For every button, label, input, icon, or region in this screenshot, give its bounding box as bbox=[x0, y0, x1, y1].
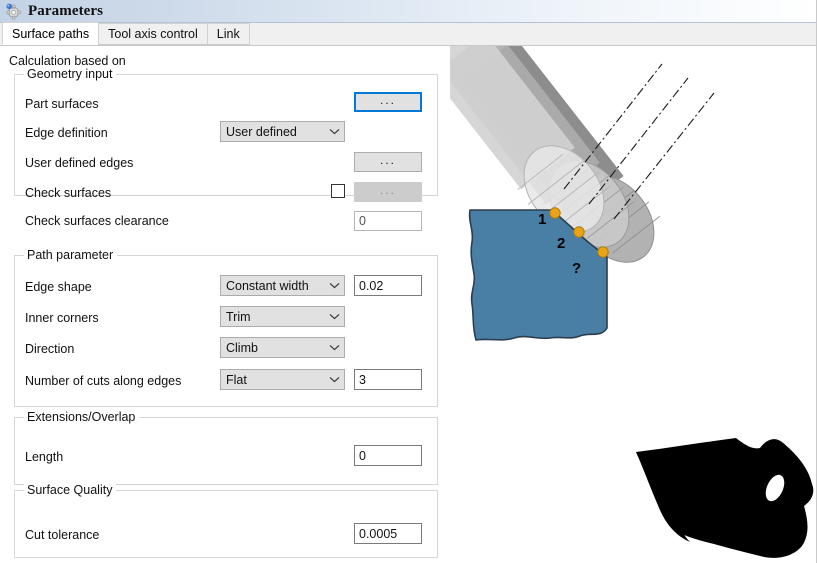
tab-surface-paths[interactable]: Surface paths bbox=[2, 22, 100, 45]
group-path-parameter-title: Path parameter bbox=[24, 248, 118, 262]
label-user-defined-edges: User defined edges bbox=[25, 156, 134, 170]
contact-label-1: 1 bbox=[538, 211, 547, 228]
illustration-panel: 1 2 ? bbox=[450, 46, 816, 563]
group-geometry-input-title: Geometry input bbox=[24, 67, 117, 81]
edge-definition-combo[interactable]: User defined bbox=[220, 121, 345, 142]
edge-shape-value: Constant width bbox=[226, 278, 309, 293]
calculation-based-on-label: Calculation based on bbox=[9, 54, 126, 68]
number-of-cuts-input[interactable]: 3 bbox=[354, 369, 422, 390]
toolpath-diagram bbox=[450, 46, 814, 558]
check-surfaces-checkbox[interactable] bbox=[331, 184, 345, 198]
window-title: Parameters bbox=[28, 2, 104, 19]
silhouette-shape bbox=[636, 438, 814, 558]
chevron-down-icon bbox=[324, 370, 344, 389]
user-defined-edges-browse-button[interactable]: ... bbox=[354, 152, 422, 172]
inner-corners-combo[interactable]: Trim bbox=[220, 306, 345, 327]
cut-tolerance-input[interactable]: 0.0005 bbox=[354, 523, 422, 544]
label-edge-shape: Edge shape bbox=[25, 280, 92, 294]
chevron-down-icon bbox=[324, 307, 344, 326]
direction-value: Climb bbox=[226, 340, 258, 355]
contact-label-unknown: ? bbox=[572, 260, 582, 277]
edge-shape-combo[interactable]: Constant width bbox=[220, 275, 345, 296]
length-input[interactable]: 0 bbox=[354, 445, 422, 466]
number-of-cuts-combo[interactable]: Flat bbox=[220, 369, 345, 390]
gear-icon bbox=[5, 3, 22, 20]
tab-tool-axis-control[interactable]: Tool axis control bbox=[98, 23, 208, 45]
label-cut-tolerance: Cut tolerance bbox=[25, 528, 100, 542]
label-edge-definition: Edge definition bbox=[25, 126, 108, 140]
label-check-surfaces-clearance: Check surfaces clearance bbox=[25, 214, 169, 228]
label-part-surfaces: Part surfaces bbox=[25, 97, 99, 111]
parameters-dialog: Parameters Surface paths Tool axis contr… bbox=[0, 0, 817, 563]
label-direction: Direction bbox=[25, 342, 75, 356]
label-inner-corners: Inner corners bbox=[25, 311, 99, 325]
surface-paths-panel: Calculation based on Geometry input Part… bbox=[0, 46, 450, 563]
edge-shape-value-input[interactable]: 0.02 bbox=[354, 275, 422, 296]
check-surfaces-clearance-input[interactable]: 0 bbox=[354, 211, 422, 231]
group-surface-quality-title: Surface Quality bbox=[24, 483, 117, 497]
number-of-cuts-value: Flat bbox=[226, 372, 247, 387]
tab-strip: Surface paths Tool axis control Link bbox=[0, 22, 816, 46]
inner-corners-value: Trim bbox=[226, 309, 251, 324]
label-length: Length bbox=[25, 450, 64, 464]
group-surface-quality: Surface Quality Cut tolerance 0.0005 bbox=[14, 483, 438, 558]
contact-label-2: 2 bbox=[557, 235, 566, 252]
edge-definition-value: User defined bbox=[226, 124, 297, 139]
group-extensions-overlap-title: Extensions/Overlap bbox=[24, 410, 140, 424]
part-surfaces-browse-button[interactable]: ... bbox=[354, 92, 422, 112]
group-extensions-overlap: Extensions/Overlap Length 0 bbox=[14, 410, 438, 485]
label-check-surfaces: Check surfaces bbox=[25, 186, 112, 200]
chevron-down-icon bbox=[324, 338, 344, 357]
check-surfaces-browse-button: ... bbox=[354, 182, 422, 202]
chevron-down-icon bbox=[324, 122, 344, 141]
direction-combo[interactable]: Climb bbox=[220, 337, 345, 358]
label-number-of-cuts-along-edges: Number of cuts along edges bbox=[25, 374, 182, 388]
group-geometry-input: Geometry input Part surfaces ... Edge de… bbox=[14, 67, 438, 231]
tab-link[interactable]: Link bbox=[206, 23, 250, 45]
chevron-down-icon bbox=[324, 276, 344, 295]
title-bar: Parameters bbox=[0, 0, 816, 23]
group-path-parameter: Path parameter Edge shape Constant width… bbox=[14, 248, 438, 407]
